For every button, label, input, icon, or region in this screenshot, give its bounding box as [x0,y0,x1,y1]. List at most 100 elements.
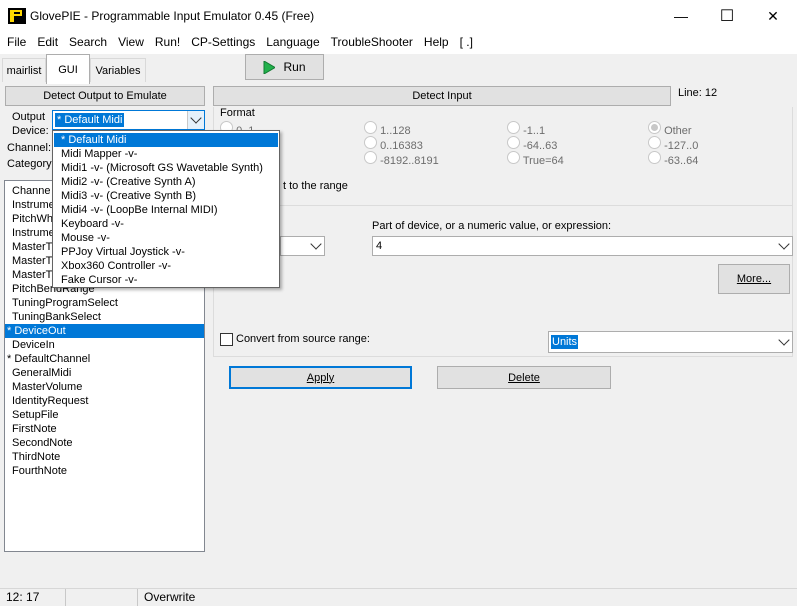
menu-run[interactable]: Run! [151,35,184,49]
tab-variables[interactable]: Variables [90,58,146,82]
tab-gui[interactable]: GUI [46,54,90,84]
range-text: t to the range [283,180,348,192]
list-item[interactable]: ThirdNote [5,450,204,464]
menu-bar: File Edit Search View Run! CP-Settings L… [0,32,797,52]
radio-1-128[interactable]: 1..128 [364,121,411,137]
radio-circle [364,121,377,134]
close-button[interactable]: ✕ [750,0,796,32]
status-empty [66,589,138,606]
part-input[interactable]: 4 [372,236,793,256]
radio-circle [648,136,661,149]
run-button[interactable]: Run [245,54,324,80]
menu-view[interactable]: View [114,35,148,49]
menu-file[interactable]: File [3,35,30,49]
dropdown-option[interactable]: Xbox360 Controller -v- [54,259,278,273]
list-item[interactable]: GeneralMidi [5,366,204,380]
glovepie-app-icon [8,8,26,24]
maximize-button[interactable]: ☐ [704,0,750,32]
dropdown-option[interactable]: * Default Midi [54,133,278,147]
list-item[interactable]: IdentityRequest [5,394,204,408]
menu-cp-settings[interactable]: CP-Settings [187,35,259,49]
list-item[interactable]: * DefaultChannel [5,352,204,366]
radio-neg64-63[interactable]: -64..63 [507,136,557,152]
device-part-select[interactable] [280,236,325,256]
device-dropdown-list[interactable]: * Default Midi Midi Mapper -v- Midi1 -v-… [52,130,280,288]
menu-help[interactable]: Help [420,35,453,49]
minimize-icon: — [674,8,688,24]
dropdown-option[interactable]: PPJoy Virtual Joystick -v- [54,245,278,259]
chevron-down-icon [778,238,790,250]
radio-neg8192-8191[interactable]: -8192..8191 [364,151,439,167]
device-label: Device: [12,125,49,137]
device-select-arrow[interactable] [187,111,204,129]
radio-label: -63..64 [664,155,699,167]
menu-troubleshooter[interactable]: TroubleShooter [327,35,417,49]
dropdown-option[interactable]: Midi2 -v- (Creative Synth A) [54,175,278,189]
part-input-value: 4 [376,240,383,252]
menu-language[interactable]: Language [262,35,323,49]
device-select[interactable]: * Default Midi [52,110,205,130]
right-panel [213,107,793,357]
dropdown-option[interactable]: Midi4 -v- (LoopBe Internal MIDI) [54,203,278,217]
radio-circle [648,151,661,164]
apply-button-label: Apply [306,371,335,384]
edit-mode: Overwrite [144,590,196,604]
close-icon: ✕ [767,7,779,24]
apply-button[interactable]: Apply [229,366,412,389]
list-item[interactable]: TuningProgramSelect [5,296,204,310]
list-item[interactable]: SetupFile [5,408,204,422]
menu-bracket[interactable]: [ .] [456,35,477,49]
radio-circle [507,121,520,134]
dropdown-option[interactable]: Mouse -v- [54,231,278,245]
channel-label: Channel: [7,142,52,154]
dropdown-option[interactable]: Midi3 -v- (Creative Synth B) [54,189,278,203]
list-item[interactable]: SecondNote [5,436,204,450]
detect-output-button[interactable]: Detect Output to Emulate [5,86,205,106]
radio-label: -8192..8191 [380,155,439,167]
list-item[interactable]: DeviceIn [5,338,204,352]
dropdown-option[interactable]: Midi Mapper -v- [54,147,278,161]
radio-neg63-64[interactable]: -63..64 [648,151,698,167]
device-select-value: * Default Midi [55,113,125,127]
radio-neg127-0[interactable]: -127..0 [648,136,698,152]
output-label: Output [12,111,46,123]
radio-true-64[interactable]: True=64 [507,151,564,167]
list-item[interactable]: FourthNote [5,464,204,478]
dropdown-option[interactable]: Fake Cursor -v- [54,273,278,287]
dropdown-option[interactable]: Midi1 -v- (Microsoft GS Wavetable Synth) [54,161,278,175]
format-label: Format [220,107,255,119]
convert-label: Convert from source range: [236,333,370,345]
chevron-down-icon [310,238,322,250]
divider [213,205,793,206]
minimize-button[interactable]: — [658,0,704,32]
radio-other[interactable]: Other [648,121,692,137]
more-button[interactable]: More... [718,264,790,294]
convert-checkbox[interactable] [220,333,233,346]
tab-mairlist[interactable]: mairlist [2,58,46,82]
radio-label: True=64 [522,155,564,167]
delete-button[interactable]: Delete [437,366,611,389]
units-select-value: Units [551,335,579,349]
detect-output-label: Detect Output to Emulate [43,90,167,102]
list-item[interactable]: FirstNote [5,422,204,436]
radio-circle-checked [648,121,661,134]
list-item-selected[interactable]: * DeviceOut [5,324,204,338]
radio-0-16383[interactable]: 0..16383 [364,136,423,152]
category-label: Category: [7,158,55,170]
radio-circle [507,151,520,164]
play-icon [263,60,276,74]
detect-input-label: Detect Input [412,90,472,102]
radio-neg1-1[interactable]: -1..1 [507,121,545,137]
menu-search[interactable]: Search [65,35,111,49]
detect-input-button[interactable]: Detect Input [213,86,671,106]
window-title: GlovePIE - Programmable Input Emulator 0… [30,9,315,23]
units-select[interactable]: Units [548,331,793,353]
dropdown-option[interactable]: Keyboard -v- [54,217,278,231]
radio-circle [507,136,520,149]
chevron-down-icon [778,334,790,346]
list-item[interactable]: MasterVolume [5,380,204,394]
more-button-label: More... [736,273,772,285]
menu-edit[interactable]: Edit [33,35,62,49]
chevron-down-icon [190,112,202,124]
list-item[interactable]: TuningBankSelect [5,310,204,324]
